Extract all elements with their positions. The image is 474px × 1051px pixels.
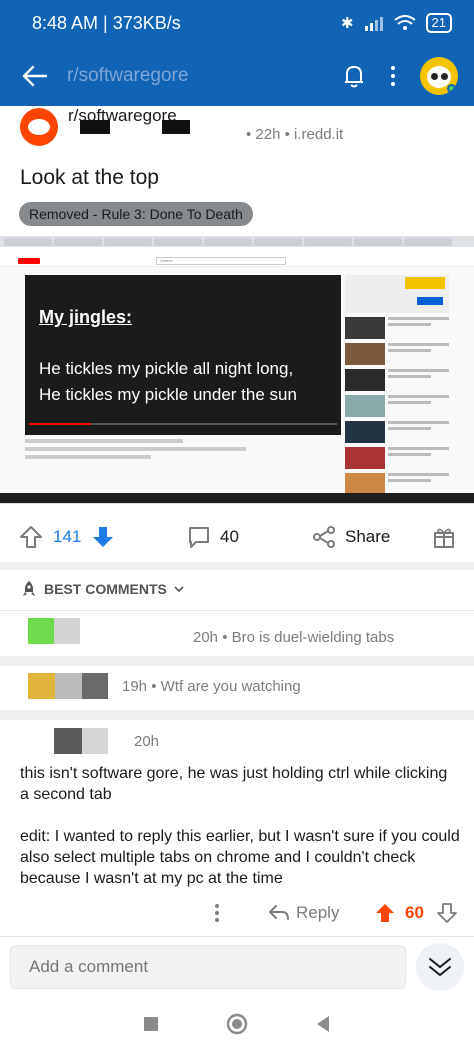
award-button[interactable] — [432, 512, 456, 562]
section-divider — [0, 562, 474, 570]
windows-taskbar — [0, 493, 474, 503]
battery-indicator: 21 — [425, 13, 452, 33]
divider — [0, 610, 474, 611]
user-avatar[interactable] — [420, 57, 458, 95]
collapsed-comment[interactable]: 20h • Bro is duel-wielding tabs — [0, 618, 474, 658]
collapse-threads-button[interactable] — [416, 943, 464, 991]
upvote-arrow-icon — [20, 526, 42, 548]
comment-downvote-button[interactable] — [436, 896, 458, 930]
collapsed-comment[interactable]: 19h • Wtf are you watching — [0, 673, 474, 713]
youtube-search-box: Search — [156, 257, 286, 265]
comment-composer — [0, 936, 474, 996]
post-title: Look at the top — [20, 166, 159, 189]
sort-label: BEST COMMENTS — [44, 581, 167, 597]
home-circle-icon[interactable] — [226, 1013, 248, 1035]
post-meta: • 22h • i.redd.it — [246, 126, 344, 143]
back-button[interactable] — [19, 61, 49, 91]
video-player: My jingles: He tickles my pickle all nig… — [25, 275, 341, 435]
share-icon — [313, 526, 335, 548]
comments-button[interactable]: 40 — [186, 512, 239, 562]
youtube-logo — [18, 258, 40, 264]
video-controls — [29, 427, 337, 433]
comment-divider — [0, 710, 474, 720]
redacted-username — [55, 673, 82, 699]
comment-count: 40 — [220, 527, 239, 546]
post-image[interactable]: Search My jingles: He tickles my pickle … — [0, 236, 474, 504]
video-line: He tickles my pickle under the sun — [39, 385, 297, 404]
status-time: 8:48 AM | 373KB/s — [32, 12, 181, 33]
redacted-avatar — [54, 728, 82, 754]
redaction-bar — [162, 120, 190, 134]
redacted-username — [82, 673, 108, 699]
system-navigation-bar — [0, 996, 474, 1051]
redacted-avatar — [28, 618, 54, 644]
reply-label: Reply — [296, 903, 340, 922]
status-icons: ✱ 21 — [341, 13, 452, 33]
share-button[interactable]: Share — [312, 512, 390, 562]
wifi-icon — [393, 15, 416, 30]
rocket-icon — [23, 581, 35, 596]
downvote-arrow-icon — [93, 527, 113, 547]
redacted-avatar — [28, 673, 55, 699]
browser-tab-strip — [0, 237, 474, 247]
overflow-menu-button[interactable] — [388, 62, 398, 90]
comment-body-paragraph: edit: I wanted to reply this earlier, bu… — [20, 828, 460, 887]
status-bar: 8:48 AM | 373KB/s ✱ 21 — [0, 0, 474, 46]
video-line: He tickles my pickle all night long, — [39, 359, 294, 378]
app-bar-subreddit[interactable]: r/softwaregore — [67, 65, 340, 87]
back-triangle-icon[interactable] — [315, 1015, 331, 1033]
app-bar: r/softwaregore — [0, 46, 474, 106]
add-comment-input[interactable] — [10, 945, 406, 989]
video-progress-bar — [29, 423, 337, 425]
post-header: r/softwaregore • 22h • i.redd.it — [0, 106, 474, 156]
video-heading: My jingles: — [39, 307, 133, 327]
browser-address-bar — [0, 247, 474, 255]
comment-divider — [0, 656, 474, 666]
redaction-bar — [80, 120, 110, 134]
comment-upvote-button[interactable] — [374, 896, 396, 930]
video-description — [25, 439, 341, 489]
redacted-username — [54, 618, 80, 644]
comment-action-bar: Reply 60 — [0, 896, 474, 930]
comment-meta: 20h • Bro is duel-wielding tabs — [193, 629, 395, 646]
downvote-button[interactable] — [90, 512, 116, 562]
youtube-header: Search — [0, 255, 474, 267]
post-action-bar: 141 40 Share — [0, 512, 474, 562]
reply-arrow-icon — [269, 905, 289, 920]
comment-meta: 20h — [134, 733, 160, 750]
ad-panel — [345, 275, 449, 313]
post-score: 141 — [53, 527, 82, 546]
recents-square-icon[interactable] — [143, 1016, 159, 1032]
back-arrow-icon — [22, 65, 47, 87]
upvote-button[interactable] — [18, 512, 44, 562]
recommendations-sidebar — [345, 275, 449, 495]
double-chevron-down-icon — [429, 958, 451, 976]
comment-header: 20h — [0, 728, 474, 768]
reply-button[interactable]: Reply — [268, 896, 339, 930]
comment-sort-selector[interactable]: BEST COMMENTS — [20, 578, 185, 600]
share-label: Share — [345, 527, 391, 546]
gift-icon — [434, 528, 454, 548]
comment-body-paragraph: this isn't software gore, he was just ho… — [20, 765, 448, 803]
more-vertical-icon — [215, 904, 219, 922]
chevron-down-icon — [174, 586, 184, 593]
online-status-dot — [447, 84, 456, 93]
downvote-arrow-icon — [437, 903, 457, 923]
comment-score: 60 — [405, 903, 424, 922]
reddit-alien-icon — [28, 119, 50, 135]
notification-bell-icon[interactable] — [340, 62, 368, 90]
comment-meta: 19h • Wtf are you watching — [122, 678, 301, 695]
comment-bubble-icon — [189, 527, 209, 548]
signal-icon — [364, 17, 383, 31]
bluetooth-icon: ✱ — [340, 15, 354, 32]
comment-more-button[interactable] — [214, 896, 220, 930]
removed-badge: Removed - Rule 3: Done To Death — [19, 202, 253, 226]
subreddit-icon[interactable] — [20, 108, 58, 146]
redacted-username — [82, 728, 108, 754]
upvote-arrow-icon — [376, 904, 394, 922]
